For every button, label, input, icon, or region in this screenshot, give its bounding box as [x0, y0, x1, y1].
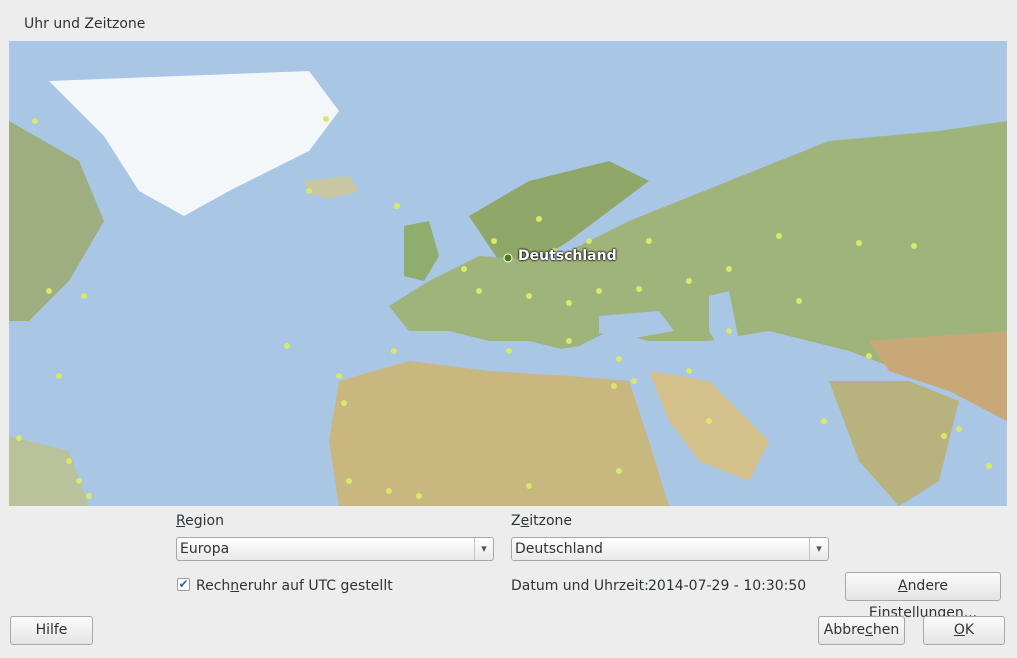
region-value: Europa	[180, 541, 230, 557]
selected-zone-marker	[503, 253, 513, 263]
help-button[interactable]: Hilfe	[10, 616, 93, 645]
world-map-image	[9, 41, 1007, 506]
utc-checkbox-label[interactable]: Rechneruhr auf UTC gestellt	[196, 578, 393, 594]
ok-button[interactable]: OK	[923, 616, 1005, 645]
timezone-map[interactable]: Deutschland	[9, 41, 1007, 506]
region-combo[interactable]: Europa ▾	[176, 537, 494, 561]
zone-value: Deutschland	[515, 541, 603, 557]
zone-combo[interactable]: Deutschland ▾	[511, 537, 829, 561]
cancel-button[interactable]: Abbrechen	[818, 616, 905, 645]
region-label: Region	[176, 513, 224, 529]
datetime-label: Datum und Uhrzeit:	[511, 578, 649, 594]
datetime-value: 2014-07-29 - 10:30:50	[648, 578, 807, 594]
window-title: Uhr und Zeitzone	[24, 16, 146, 32]
checkmark-icon: ✔	[178, 577, 189, 591]
selected-zone-map-label: Deutschland	[518, 248, 617, 264]
chevron-down-icon: ▾	[809, 538, 828, 560]
utc-checkbox[interactable]: ✔	[177, 578, 190, 591]
chevron-down-icon: ▾	[474, 538, 493, 560]
other-settings-button[interactable]: Andere Einstellungen...	[845, 572, 1001, 621]
zone-label: Zeitzone	[511, 513, 572, 529]
